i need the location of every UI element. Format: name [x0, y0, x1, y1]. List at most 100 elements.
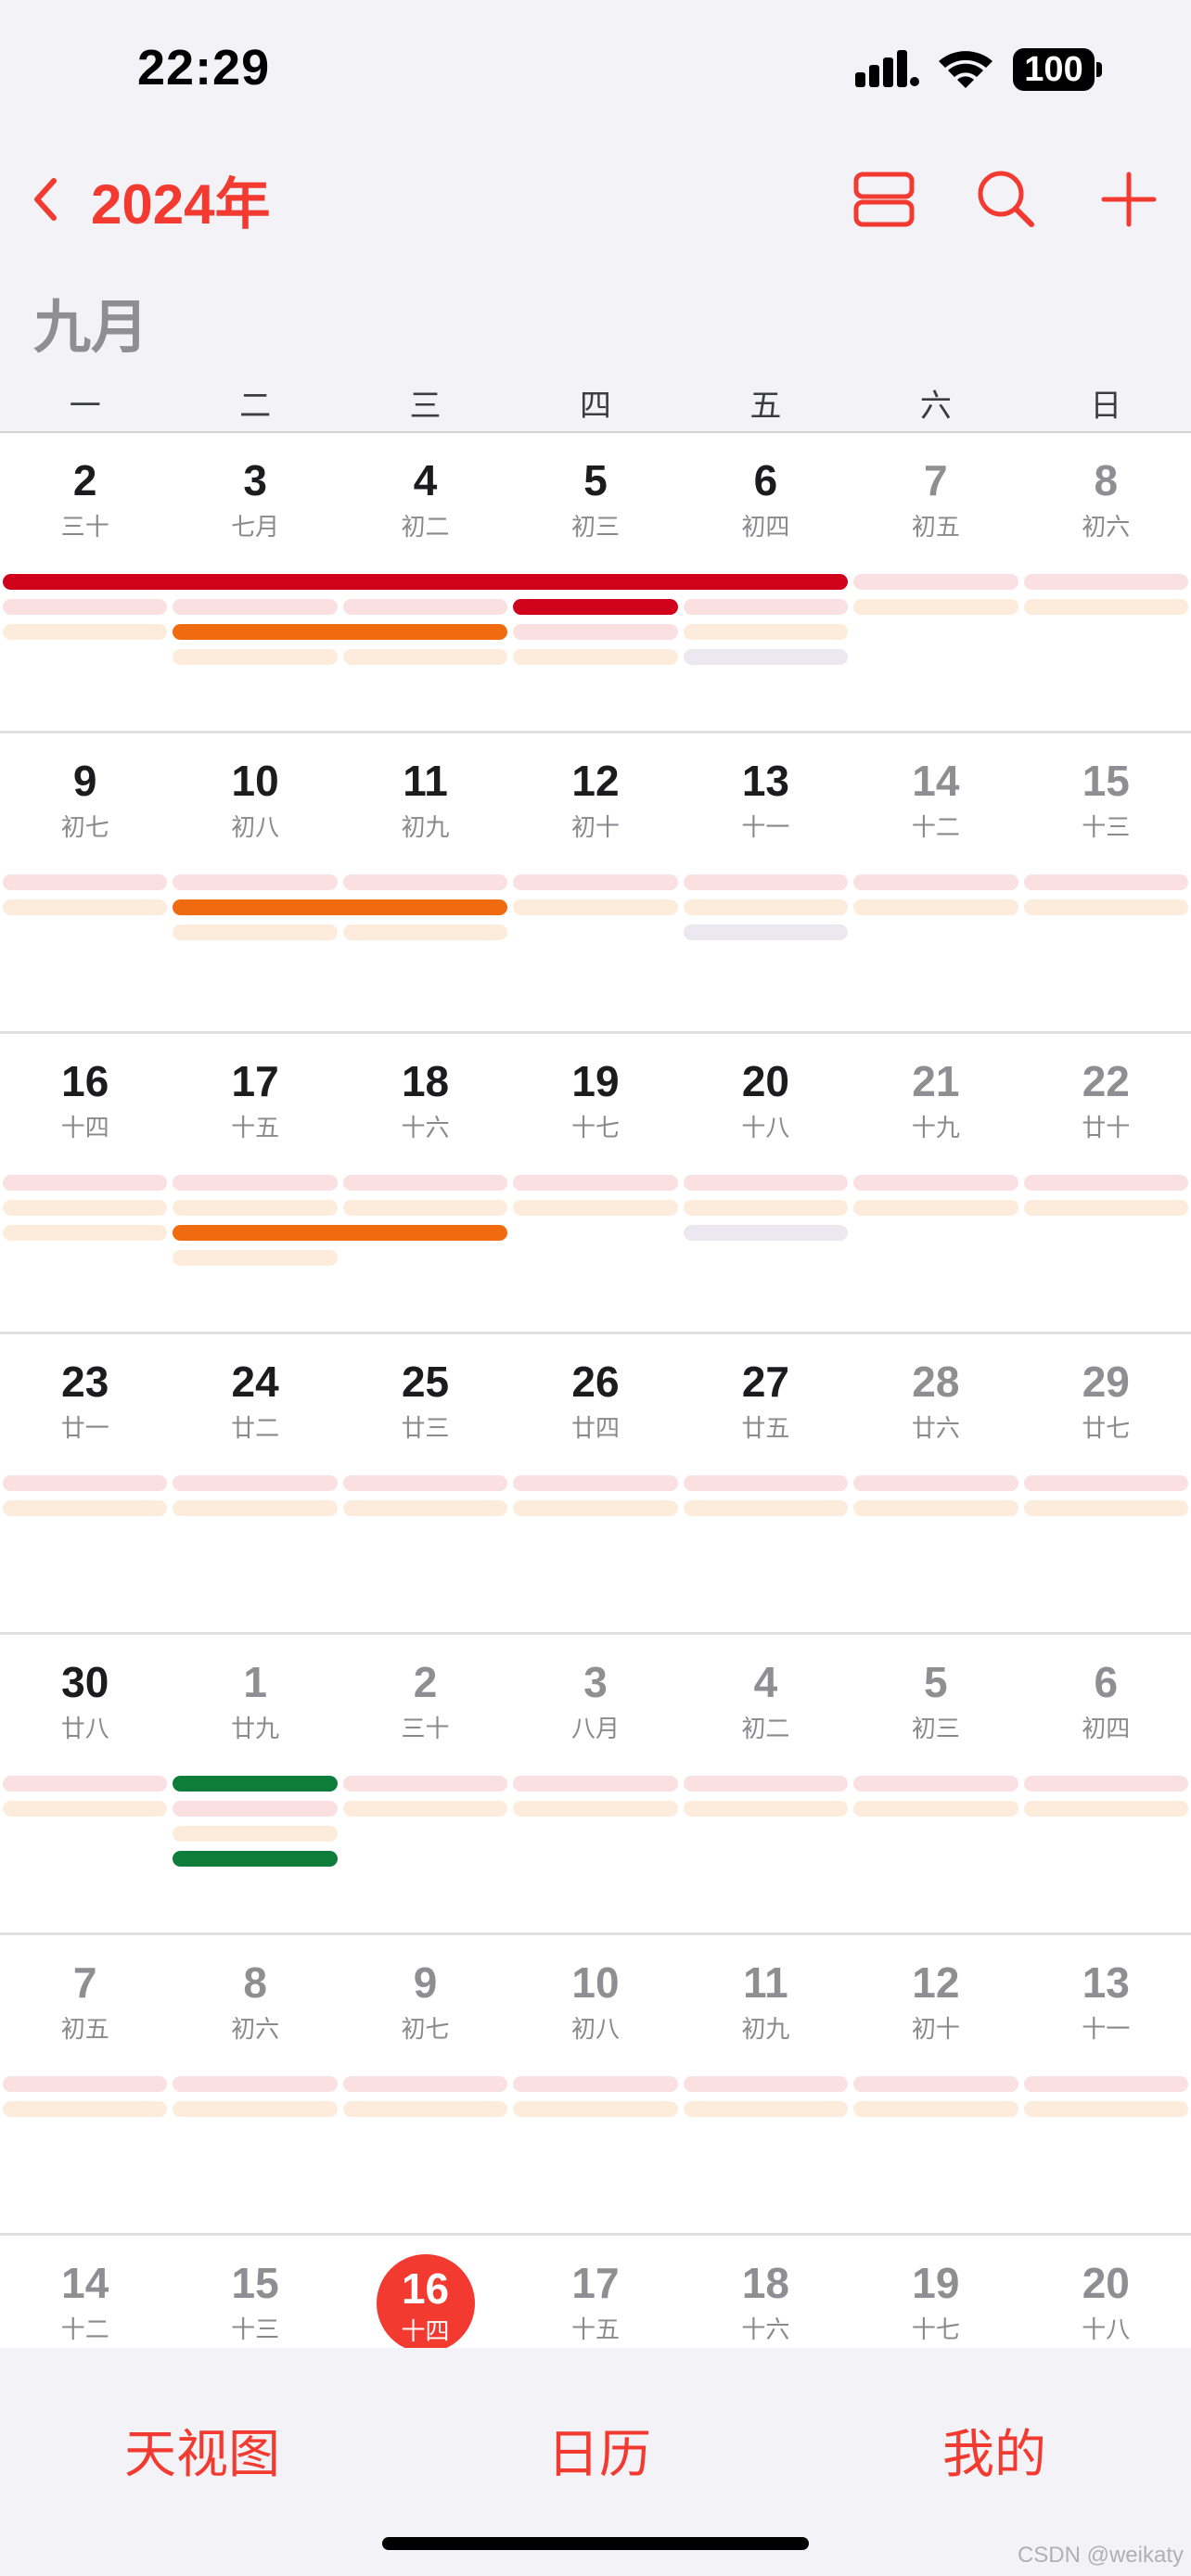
event-bar[interactable]: [853, 1475, 1018, 1491]
event-bar[interactable]: [683, 1500, 849, 1516]
event-bar[interactable]: [173, 1225, 508, 1241]
event-bar[interactable]: [1023, 1500, 1188, 1516]
event-bar[interactable]: [3, 574, 849, 590]
event-bar[interactable]: [853, 899, 1018, 915]
event-bar[interactable]: [1023, 1475, 1188, 1491]
event-bar[interactable]: [342, 925, 508, 940]
event-bar[interactable]: [342, 1200, 508, 1216]
event-bar[interactable]: [3, 1801, 168, 1817]
event-bar[interactable]: [513, 874, 678, 890]
event-bar[interactable]: [683, 874, 849, 890]
event-bar[interactable]: [1023, 599, 1188, 615]
search-icon[interactable]: [974, 167, 1039, 232]
event-bar[interactable]: [3, 1776, 168, 1792]
day-cell[interactable]: 20 十八: [1021, 2236, 1191, 2348]
event-bar[interactable]: [513, 649, 678, 665]
event-bar[interactable]: [683, 1200, 849, 1216]
day-cell[interactable]: 17 十五: [510, 2236, 680, 2348]
event-bar[interactable]: [342, 2101, 508, 2117]
event-bar[interactable]: [853, 1175, 1018, 1191]
view-switch-icon[interactable]: [852, 167, 916, 232]
day-cell[interactable]: 18 十六: [681, 2236, 851, 2348]
event-bar[interactable]: [173, 1175, 338, 1191]
event-bar[interactable]: [173, 1826, 338, 1842]
event-bar[interactable]: [3, 1500, 168, 1516]
event-bar[interactable]: [513, 599, 678, 615]
event-bar[interactable]: [853, 599, 1018, 615]
event-bar[interactable]: [3, 2076, 168, 2092]
event-bar[interactable]: [173, 899, 508, 915]
event-bar[interactable]: [683, 925, 849, 940]
tab-mine[interactable]: 我的: [942, 2413, 1046, 2488]
event-bar[interactable]: [1023, 1801, 1188, 1817]
event-bar[interactable]: [513, 1175, 678, 1191]
event-bar[interactable]: [3, 1200, 168, 1216]
add-event-icon[interactable]: [1096, 167, 1161, 232]
event-bar[interactable]: [683, 1801, 849, 1817]
event-bar[interactable]: [513, 1801, 678, 1817]
day-cell[interactable]: 19 十七: [851, 2236, 1020, 2348]
event-bar[interactable]: [342, 1175, 508, 1191]
event-bar[interactable]: [1023, 1776, 1188, 1792]
event-bar[interactable]: [853, 574, 1018, 590]
event-bar[interactable]: [853, 1776, 1018, 1792]
event-bar[interactable]: [173, 2101, 338, 2117]
event-bar[interactable]: [3, 624, 168, 640]
tab-calendar[interactable]: 日历: [547, 2413, 651, 2488]
event-bar[interactable]: [513, 1500, 678, 1516]
event-bar[interactable]: [342, 1801, 508, 1817]
event-bar[interactable]: [3, 1175, 168, 1191]
tab-day-view[interactable]: 天视图: [124, 2413, 280, 2488]
event-bar[interactable]: [513, 2101, 678, 2117]
event-bar[interactable]: [342, 1475, 508, 1491]
event-bar[interactable]: [3, 1475, 168, 1491]
event-bar[interactable]: [683, 2101, 849, 2117]
event-bar[interactable]: [173, 925, 338, 940]
event-bar[interactable]: [513, 624, 678, 640]
event-bar[interactable]: [683, 899, 849, 915]
event-bar[interactable]: [1023, 574, 1188, 590]
event-bar[interactable]: [683, 1776, 849, 1792]
event-bar[interactable]: [3, 599, 168, 615]
event-bar[interactable]: [173, 1851, 338, 1867]
event-bar[interactable]: [342, 649, 508, 665]
event-bar[interactable]: [513, 2076, 678, 2092]
event-bar[interactable]: [853, 1500, 1018, 1516]
event-bar[interactable]: [173, 624, 508, 640]
event-bar[interactable]: [342, 1500, 508, 1516]
event-bar[interactable]: [1023, 1200, 1188, 1216]
event-bar[interactable]: [173, 874, 338, 890]
event-bar[interactable]: [853, 2076, 1018, 2092]
event-bar[interactable]: [853, 874, 1018, 890]
event-bar[interactable]: [173, 1500, 338, 1516]
event-bar[interactable]: [173, 599, 338, 615]
event-bar[interactable]: [683, 1475, 849, 1491]
event-bar[interactable]: [513, 1776, 678, 1792]
event-bar[interactable]: [513, 1475, 678, 1491]
event-bar[interactable]: [173, 1475, 338, 1491]
event-bar[interactable]: [342, 2076, 508, 2092]
event-bar[interactable]: [1023, 899, 1188, 915]
event-bar[interactable]: [342, 874, 508, 890]
event-bar[interactable]: [1023, 874, 1188, 890]
event-bar[interactable]: [3, 1225, 168, 1241]
event-bar[interactable]: [683, 649, 849, 665]
event-bar[interactable]: [513, 899, 678, 915]
event-bar[interactable]: [3, 874, 168, 890]
event-bar[interactable]: [173, 1776, 338, 1792]
day-cell[interactable]: 14 十二: [0, 2236, 170, 2348]
event-bar[interactable]: [683, 624, 849, 640]
event-bar[interactable]: [342, 599, 508, 615]
event-bar[interactable]: [1023, 2101, 1188, 2117]
event-bar[interactable]: [683, 599, 849, 615]
event-bar[interactable]: [853, 1801, 1018, 1817]
event-bar[interactable]: [513, 1200, 678, 1216]
day-cell[interactable]: 15 十三: [170, 2236, 339, 2348]
event-bar[interactable]: [173, 649, 338, 665]
event-bar[interactable]: [3, 899, 168, 915]
event-bar[interactable]: [1023, 2076, 1188, 2092]
event-bar[interactable]: [1023, 1175, 1188, 1191]
event-bar[interactable]: [853, 2101, 1018, 2117]
event-bar[interactable]: [683, 1225, 849, 1241]
event-bar[interactable]: [683, 2076, 849, 2092]
